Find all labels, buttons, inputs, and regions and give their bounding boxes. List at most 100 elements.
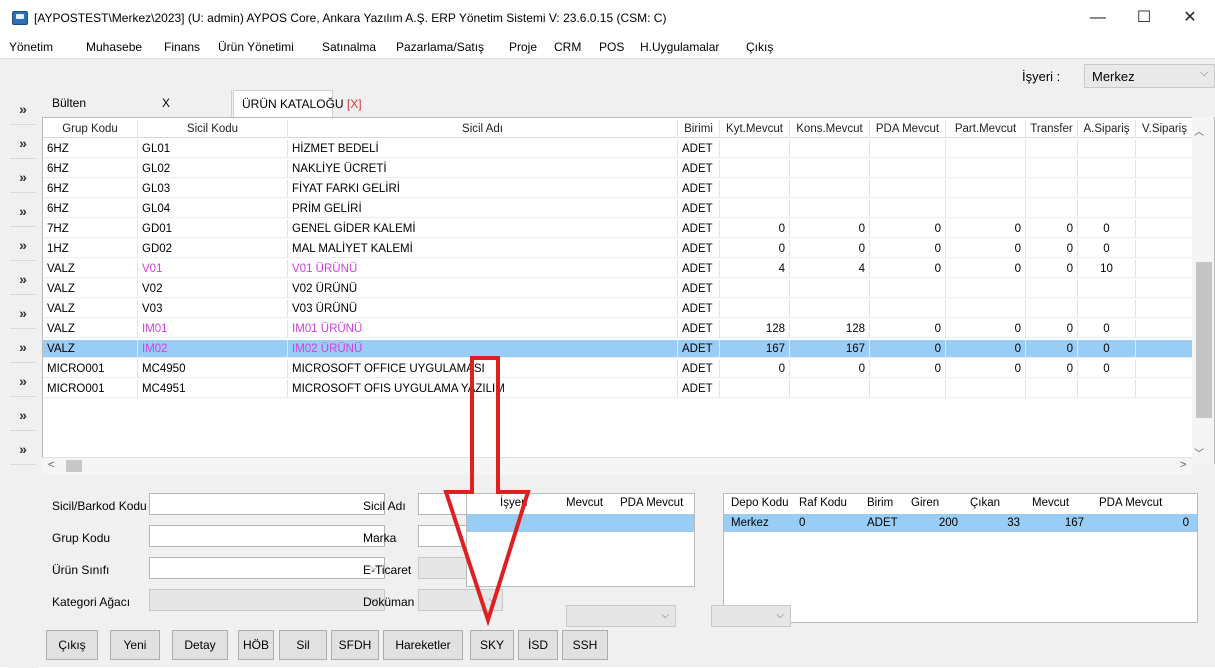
cell-v-siparis (1136, 280, 1194, 298)
menu-finans[interactable]: Finans (164, 40, 200, 54)
col-header-sicil-adi[interactable]: Sicil Adı (288, 120, 678, 138)
menu-muhasebe[interactable]: Muhasebe (86, 40, 142, 54)
table-row[interactable]: MICRO001 MC4950 MICROSOFT OFFICE UYGULAMAS… (43, 360, 1194, 378)
menu-urun-yonetimi[interactable]: Ürün Yönetimi (218, 40, 294, 54)
dokuman-select[interactable]: ⌵ (418, 589, 503, 611)
expand-panel-8-icon[interactable]: » (10, 331, 36, 363)
tab-bulten-close-icon[interactable]: X (162, 90, 170, 117)
scroll-up-icon[interactable]: ︿ (1194, 123, 1204, 138)
col-header-grup-kodu[interactable]: Grup Kodu (43, 120, 138, 138)
maximize-button[interactable]: ☐ (1121, 4, 1167, 32)
depot-header-mevcut[interactable]: Mevcut (1029, 494, 1072, 512)
depot-row[interactable]: Merkez 0 ADET 200 33 167 0 (724, 514, 1197, 532)
stock-header-isyeri[interactable]: İşyeri (497, 494, 530, 512)
scroll-right-icon[interactable]: > (1180, 459, 1186, 471)
menu-cikis[interactable]: Çıkış (746, 40, 773, 54)
expand-panel-7-icon[interactable]: » (10, 297, 36, 329)
table-row[interactable]: 6HZ GL02 NAKLİYE ÜCRETİ ADET (43, 160, 1194, 178)
vertical-scroll-thumb[interactable] (1196, 262, 1212, 418)
grup-kodu-select[interactable]: ⌵ (149, 525, 385, 547)
tab-bulten[interactable]: Bülten X (42, 90, 232, 117)
menu-crm[interactable]: CRM (554, 40, 581, 54)
tab-urun-katalogu[interactable]: ÜRÜN KATALOĞU [X] (233, 90, 362, 117)
depot-header-raf-kodu[interactable]: Raf Kodu (796, 494, 850, 512)
menu-pos[interactable]: POS (599, 40, 624, 54)
table-row[interactable]: VALZ V01 V01 ÜRÜNÜ ADET 4 4 0 0 0 10 (43, 260, 1194, 278)
table-row[interactable]: VALZ V03 V03 ÜRÜNÜ ADET (43, 300, 1194, 318)
expand-panel-5-icon[interactable]: » (10, 229, 36, 261)
depot-grid[interactable]: Depo Kodu Raf Kodu Birim Giren Çıkan Mev… (723, 493, 1198, 623)
ssh-button[interactable]: SSH (562, 630, 608, 660)
marka-input[interactable] (418, 525, 468, 547)
hob-button[interactable]: HÖB (238, 630, 274, 660)
stock-selected-row[interactable] (467, 514, 694, 532)
menu-h-uygulamalar[interactable]: H.Uygulamalar (640, 40, 719, 54)
cikis-button[interactable]: Çıkış (46, 630, 98, 660)
expand-panel-4-icon[interactable]: » (10, 195, 36, 227)
scroll-down-icon[interactable]: ﹀ (1194, 445, 1204, 460)
table-row[interactable]: VALZ IM02 IM02 ÜRÜNÜ ADET 167 167 0 0 0 0 (43, 340, 1194, 358)
cell-kyt: 0 (720, 360, 790, 378)
expand-panel-6-icon[interactable]: » (10, 263, 36, 295)
expand-panel-2-icon[interactable]: » (10, 127, 36, 159)
stock-header-pda-mevcut[interactable]: PDA Mevcut (617, 494, 686, 512)
menu-pazarlama-satis[interactable]: Pazarlama/Satış (396, 40, 484, 54)
tab-katalog-close-icon[interactable]: [X] (347, 97, 362, 111)
expand-panel-1-icon[interactable]: » (10, 93, 36, 125)
urun-sinifi-select[interactable]: ⌵ (149, 557, 385, 579)
col-header-kyt-mevcut[interactable]: Kyt.Mevcut (720, 120, 790, 138)
depot-header-cikan[interactable]: Çıkan (967, 494, 1003, 512)
table-row[interactable]: VALZ IM01 IM01 ÜRÜNÜ ADET 128 128 0 0 0 0 (43, 320, 1194, 338)
scroll-left-icon[interactable]: < (48, 459, 54, 471)
horizontal-scrollbar[interactable] (42, 457, 1192, 475)
stock-grid[interactable]: İşyeri Mevcut PDA Mevcut (466, 493, 695, 587)
cell-sicil-kodu: GL02 (138, 160, 288, 178)
expand-panel-11-icon[interactable]: » (10, 433, 36, 465)
sicil-adi-input[interactable] (418, 493, 468, 515)
table-row[interactable]: 1HZ GD02 MAL MALİYET KALEMİ ADET 0 0 0 0 0 0 (43, 240, 1194, 258)
menu-proje[interactable]: Proje (509, 40, 537, 54)
col-header-transfer[interactable]: Transfer (1026, 120, 1078, 138)
depot-header-depo-kodu[interactable]: Depo Kodu (728, 494, 792, 512)
table-row[interactable]: MICRO001 MC4951 MICROSOFT OFIS UYGULAMA YA… (43, 380, 1194, 398)
sky-button[interactable]: SKY (470, 630, 514, 660)
expand-panel-10-icon[interactable]: » (10, 399, 36, 431)
col-header-pda-mevcut[interactable]: PDA Mevcut (870, 120, 946, 138)
depot-header-birim[interactable]: Birim (864, 494, 896, 512)
close-button[interactable]: ✕ (1167, 4, 1213, 32)
sicil-barkod-input[interactable] (149, 493, 385, 515)
minimize-button[interactable]: — (1075, 4, 1121, 32)
e-ticaret-select[interactable] (418, 557, 468, 579)
cell-part: 0 (946, 320, 1026, 338)
product-grid[interactable]: Grup Kodu Sicil Kodu Sicil Adı Birimi Ky… (42, 117, 1215, 464)
hareketler-button[interactable]: Hareketler (383, 630, 463, 660)
table-row[interactable]: VALZ V02 V02 ÜRÜNÜ ADET (43, 280, 1194, 298)
menu-satinalma[interactable]: Satınalma (322, 40, 376, 54)
depot-header-giren[interactable]: Giren (908, 494, 942, 512)
stock-header-mevcut[interactable]: Mevcut (563, 494, 606, 512)
table-row[interactable]: 6HZ GL01 HİZMET BEDELİ ADET (43, 140, 1194, 158)
depot-header-pda-mevcut[interactable]: PDA Mevcut (1096, 494, 1165, 512)
stock-filter-select[interactable]: ⌵ (566, 605, 676, 627)
col-header-kons-mevcut[interactable]: Kons.Mevcut (790, 120, 870, 138)
col-header-part-mevcut[interactable]: Part.Mevcut (946, 120, 1026, 138)
col-header-a-siparis[interactable]: A.Sipariş (1078, 120, 1136, 138)
isd-button[interactable]: İSD (518, 630, 558, 660)
kategori-agaci-select[interactable]: ⌵ (149, 589, 385, 611)
horizontal-scroll-thumb[interactable] (66, 460, 82, 472)
yeni-button[interactable]: Yeni (110, 630, 160, 660)
menu-yonetim[interactable]: Yönetim (9, 40, 53, 54)
sil-button[interactable]: Sil (279, 630, 327, 660)
cell-grup: VALZ (43, 280, 138, 298)
table-row[interactable]: 6HZ GL04 PRİM GELİRİ ADET (43, 200, 1194, 218)
col-header-birimi[interactable]: Birimi (678, 120, 720, 138)
sfdh-button[interactable]: SFDH (331, 630, 379, 660)
detay-button[interactable]: Detay (172, 630, 228, 660)
table-row[interactable]: 6HZ GL03 FİYAT FARKI GELİRİ ADET (43, 180, 1194, 198)
col-header-sicil-kodu[interactable]: Sicil Kodu (138, 120, 288, 138)
depot-filter-select[interactable]: ⌵ (711, 605, 791, 627)
expand-panel-9-icon[interactable]: » (10, 365, 36, 397)
col-header-v-siparis[interactable]: V.Sipariş (1136, 120, 1194, 138)
expand-panel-3-icon[interactable]: » (10, 161, 36, 193)
table-row[interactable]: 7HZ GD01 GENEL GİDER KALEMİ ADET 0 0 0 0 0 0 (43, 220, 1194, 238)
